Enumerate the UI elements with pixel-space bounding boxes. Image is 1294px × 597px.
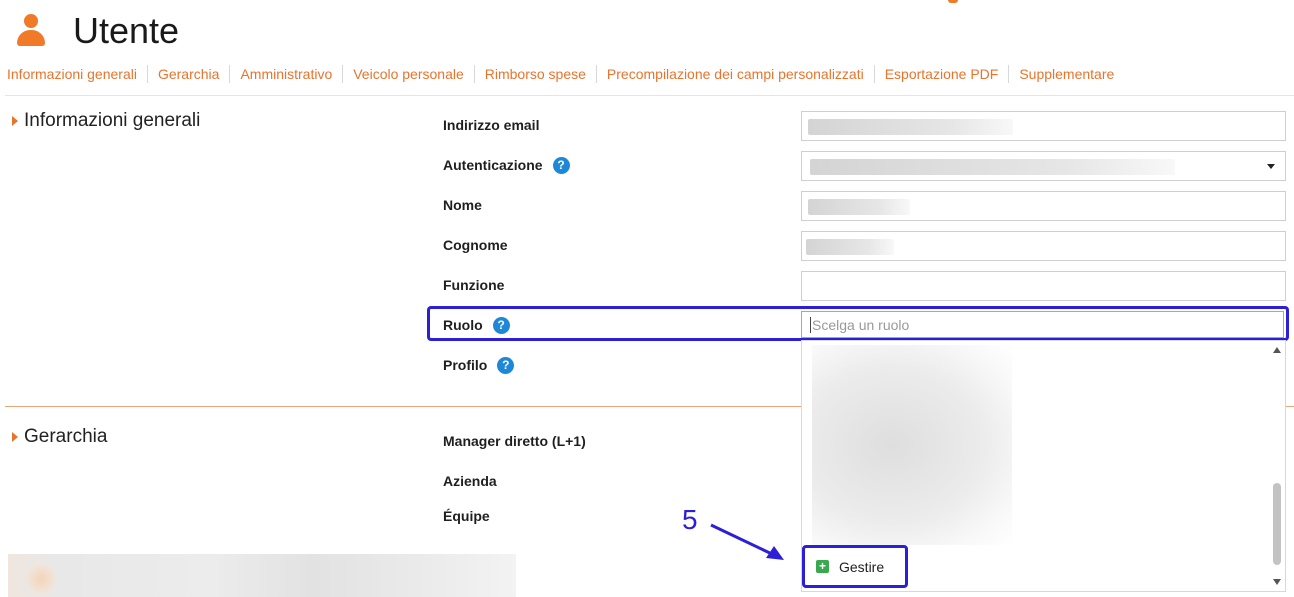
team-label-text: Équipe xyxy=(443,508,490,524)
page-header: Utente xyxy=(0,0,1294,60)
tab-veicolo-personale[interactable]: Veicolo personale xyxy=(342,65,474,83)
help-icon[interactable]: ? xyxy=(497,356,515,374)
tab-informazioni-generali[interactable]: Informazioni generali xyxy=(0,65,147,83)
function-field[interactable] xyxy=(801,271,1286,301)
authentication-label: Autenticazione ? xyxy=(443,155,570,175)
redacted-value xyxy=(810,159,1175,175)
section-header-general[interactable]: Informazioni generali xyxy=(12,110,200,132)
caret-right-icon xyxy=(12,116,18,126)
divider xyxy=(5,95,1294,96)
tab-supplementare[interactable]: Supplementare xyxy=(1008,65,1124,83)
help-icon[interactable]: ? xyxy=(552,156,570,174)
last-name-label-text: Cognome xyxy=(443,237,508,253)
manage-label: Gestire xyxy=(839,558,885,575)
last-name-field[interactable] xyxy=(801,231,1286,261)
company-label-text: Azienda xyxy=(443,473,497,489)
tab-gerarchia[interactable]: Gerarchia xyxy=(146,65,229,83)
authentication-select[interactable] xyxy=(801,151,1286,181)
direct-manager-label: Manager diretto (L+1) xyxy=(443,431,586,451)
scroll-down-icon[interactable] xyxy=(1273,579,1281,585)
email-label: Indirizzo email xyxy=(443,115,539,135)
scroll-up-icon[interactable] xyxy=(1273,347,1281,353)
annotation-step-number: 5 xyxy=(682,504,698,535)
section-title: Informazioni generali xyxy=(24,110,201,131)
annotation-highlight-role xyxy=(427,306,1289,341)
tab-rimborso-spese[interactable]: Rimborso spese xyxy=(473,65,596,83)
plus-square-icon: + xyxy=(816,560,829,573)
direct-manager-label-text: Manager diretto (L+1) xyxy=(443,433,586,449)
section-tabs: Informazioni generali Gerarchia Amminist… xyxy=(0,62,1124,86)
team-label: Équipe xyxy=(443,506,490,526)
profile-label-text: Profilo xyxy=(443,357,488,373)
redacted-value xyxy=(808,199,910,215)
page-title: Utente xyxy=(73,10,180,51)
redacted-block xyxy=(8,554,516,597)
tab-amministrativo[interactable]: Amministrativo xyxy=(229,65,342,83)
section-title: Gerarchia xyxy=(24,426,108,447)
company-label: Azienda xyxy=(443,471,497,491)
annotation-arrow-icon xyxy=(710,523,784,560)
last-name-label: Cognome xyxy=(443,235,508,255)
tab-esportazione-pdf[interactable]: Esportazione PDF xyxy=(873,65,1009,83)
caret-right-icon xyxy=(12,432,18,442)
first-name-label-text: Nome xyxy=(443,197,482,213)
decorative-mark xyxy=(948,0,958,3)
tab-precompilazione[interactable]: Precompilazione dei campi personalizzati xyxy=(595,65,874,83)
scrollbar-thumb[interactable] xyxy=(1273,483,1281,565)
profile-label: Profilo ? xyxy=(443,355,515,375)
chevron-down-icon xyxy=(1267,164,1275,169)
function-label: Funzione xyxy=(443,275,504,295)
first-name-field[interactable] xyxy=(801,191,1286,221)
email-field[interactable] xyxy=(801,111,1286,141)
redacted-options xyxy=(812,345,1012,545)
function-label-text: Funzione xyxy=(443,277,505,293)
user-icon xyxy=(17,14,45,46)
redacted-value xyxy=(806,239,894,255)
email-label-text: Indirizzo email xyxy=(443,117,540,133)
first-name-label: Nome xyxy=(443,195,482,215)
authentication-label-text: Autenticazione xyxy=(443,157,543,173)
redacted-value xyxy=(808,119,1013,135)
manage-roles-button[interactable]: + Gestire xyxy=(802,545,908,588)
section-header-hierarchy[interactable]: Gerarchia xyxy=(12,426,107,448)
